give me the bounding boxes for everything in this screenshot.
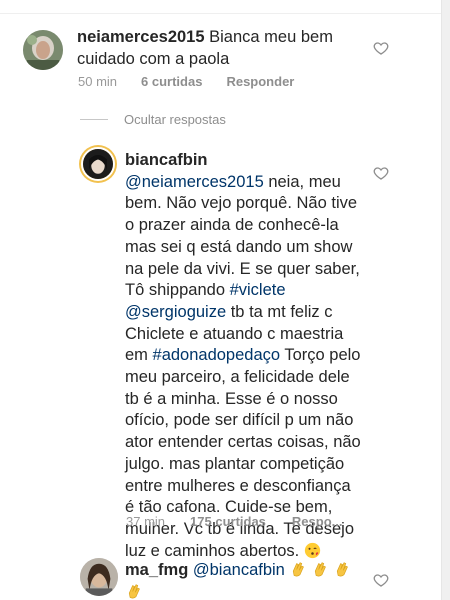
reply-meta: 37 min 175 curtidas Respo...	[126, 514, 342, 529]
comment-text: neiamerces2015 Bianca meu bem cuidado co…	[77, 27, 367, 70]
avatar-image-icon	[23, 30, 63, 70]
comment-username[interactable]: ma_fmg	[125, 561, 188, 579]
kissing-face-emoji	[304, 542, 321, 559]
hide-replies-label: Ocultar respostas	[124, 112, 226, 127]
reply-username[interactable]: biancafbin	[125, 151, 208, 169]
mention-link[interactable]: @biancafbin	[193, 561, 285, 579]
avatar[interactable]	[80, 558, 118, 596]
reply-text: biancafbin @neiamerces2015 neia, meu bem…	[125, 150, 361, 562]
reply-button[interactable]: Responder	[226, 74, 294, 89]
hide-replies-button[interactable]: Ocultar respostas	[80, 112, 226, 127]
mention-link[interactable]: @sergioguize	[125, 303, 226, 321]
avatar-image-icon	[81, 147, 115, 181]
reply-time: 37 min	[126, 514, 166, 529]
avatar[interactable]	[79, 145, 117, 183]
comment-username[interactable]: neiamerces2015	[77, 28, 205, 46]
mention-link[interactable]: @neiamerces2015	[125, 173, 264, 191]
hashtag-link[interactable]: #adonadopedaço	[153, 346, 281, 364]
heart-icon[interactable]	[373, 165, 389, 181]
hashtag-link[interactable]: #viclete	[230, 281, 286, 299]
reply-likes[interactable]: 175 curtidas	[190, 514, 266, 529]
comments-screen: neiamerces2015 Bianca meu bem cuidado co…	[0, 0, 442, 600]
comment-meta: 50 min 6 curtidas Responder	[78, 74, 294, 89]
avatar[interactable]	[23, 30, 63, 70]
avatar-image-icon	[80, 558, 118, 596]
top-divider	[0, 0, 441, 14]
comment-likes[interactable]: 6 curtidas	[141, 74, 202, 89]
comment-time: 50 min	[78, 74, 118, 89]
heart-icon[interactable]	[373, 572, 389, 588]
divider-line	[80, 119, 108, 120]
comment-text: ma_fmg @biancafbin	[125, 560, 361, 600]
reply-button[interactable]: Respo...	[292, 514, 343, 529]
heart-icon[interactable]	[373, 40, 389, 56]
